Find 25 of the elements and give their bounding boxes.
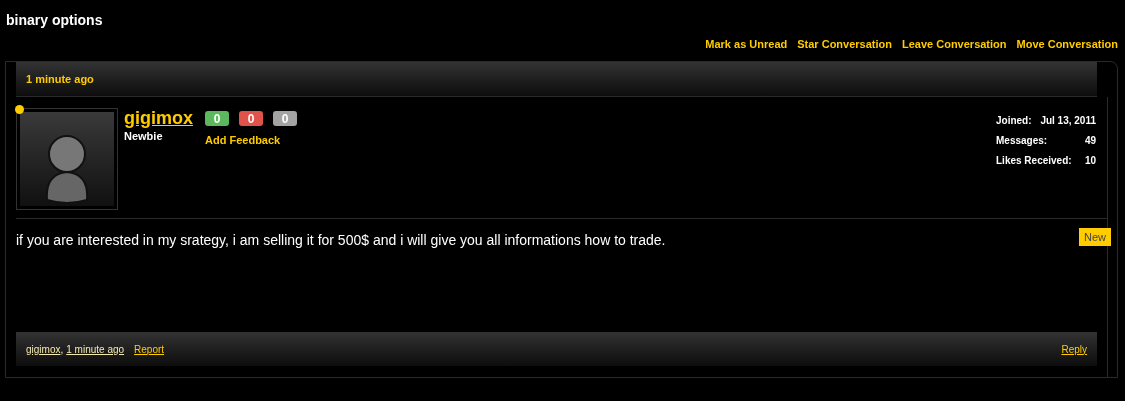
footer-time-link[interactable]: 1 minute ago [66, 341, 125, 357]
user-rank: Newbie [124, 129, 164, 144]
conversation-action-link[interactable]: Leave Conversation [902, 36, 1007, 61]
conversation-action-link[interactable]: Mark as Unread [705, 36, 788, 61]
new-badge: New [1079, 228, 1111, 246]
reply-link[interactable]: Reply [1061, 341, 1087, 357]
avatar[interactable] [16, 108, 118, 210]
author-name-link[interactable]: gigimox [124, 108, 193, 128]
stat-value: 10 [1084, 154, 1096, 168]
page-title: binary options [6, 12, 103, 28]
add-feedback-link[interactable]: Add Feedback [205, 132, 297, 149]
message-text: if you are interested in my srategy, i am selling it for 500$ and i will give you all informations how to trade. [16, 231, 666, 250]
feedback-count-badge: 0 [239, 111, 263, 126]
stat-label: Messages: [996, 134, 1048, 148]
stat-label: Joined: [996, 114, 1032, 128]
report-link[interactable]: Report [134, 341, 165, 357]
feedback-count-badge: 0 [273, 111, 297, 126]
stat-value: 49 [1084, 134, 1096, 148]
conversation-action-link[interactable]: Star Conversation [797, 36, 892, 61]
stat-label: Likes Received: [996, 154, 1072, 168]
stat-value: Jul 13, 2011 [1040, 114, 1096, 128]
message-time: 1 minute ago [26, 71, 94, 87]
conversation-action-link[interactable]: Move Conversation [1016, 36, 1118, 61]
comma-separator: , [60, 342, 64, 357]
feedback-count-badge: 0 [205, 111, 229, 126]
